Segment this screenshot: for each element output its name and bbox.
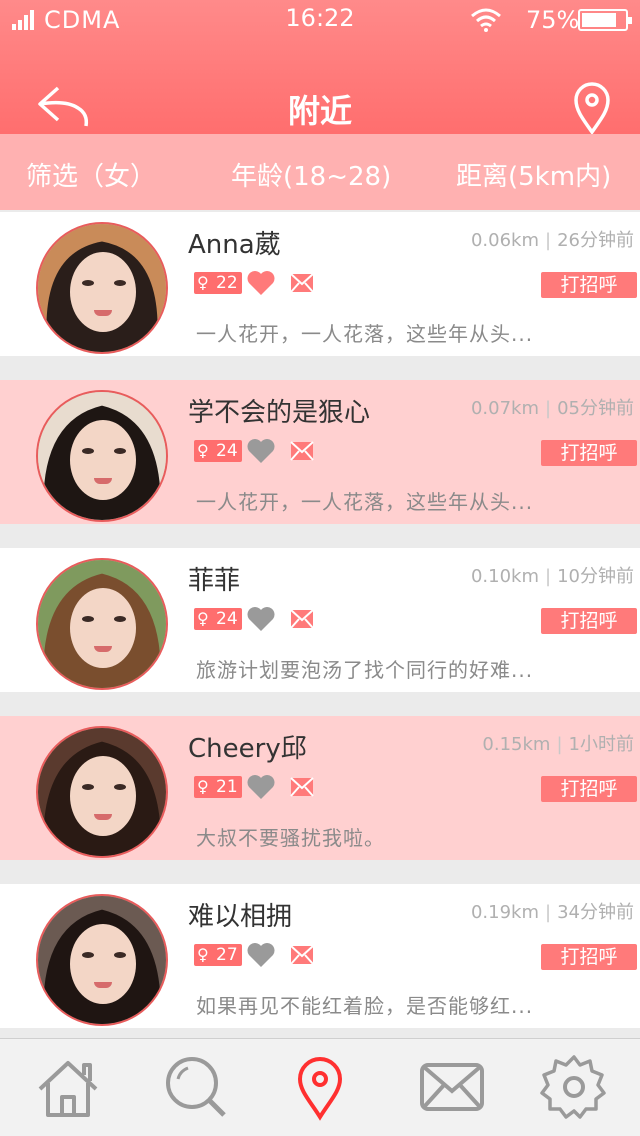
user-name: 菲菲 xyxy=(188,566,241,596)
distance-time: 0.10km | 10分钟前 xyxy=(470,566,634,587)
status-text: 大叔不要骚扰我啦。 xyxy=(196,826,385,850)
filter-distance[interactable]: 距离(5km内) xyxy=(456,156,611,193)
greet-button[interactable]: 打招呼 xyxy=(541,272,637,298)
mail-icon[interactable] xyxy=(290,609,314,629)
list-item[interactable]: 难以相拥 0.19km | 34分钟前 ♀ 27 打招呼 如果再见不能红着脸，是否能够… xyxy=(0,884,640,1028)
filter-age[interactable]: 年龄(18~28) xyxy=(231,156,391,193)
list-item[interactable]: Anna葳 0.06km | 26分钟前 ♀ 22 打招呼 一人花开，一人花落，这些年… xyxy=(0,212,640,356)
mail-icon[interactable] xyxy=(290,777,314,797)
heart-icon[interactable] xyxy=(246,774,276,800)
status-bar: CDMA 16:22 75% xyxy=(0,0,640,40)
user-name: 难以相拥 xyxy=(188,902,293,932)
user-name: Anna葳 xyxy=(188,230,281,260)
age-badge: ♀ 27 xyxy=(194,944,242,966)
mail-icon[interactable] xyxy=(290,273,314,293)
battery-percent: 75% xyxy=(526,6,580,34)
filter-gender[interactable]: 筛选（女） xyxy=(26,156,156,193)
avatar[interactable] xyxy=(36,222,168,354)
battery-icon xyxy=(578,9,632,31)
heart-icon[interactable] xyxy=(246,438,276,464)
avatar[interactable] xyxy=(36,726,168,858)
tab-bar xyxy=(0,1038,640,1136)
distance-time: 0.07km | 05分钟前 xyxy=(470,398,634,419)
gear-icon[interactable] xyxy=(540,1053,608,1121)
nav-header: 附近 xyxy=(0,60,640,134)
greet-button[interactable]: 打招呼 xyxy=(541,776,637,802)
status-text: 一人花开，一人花落，这些年从头... xyxy=(196,490,534,514)
distance-time: 0.06km | 26分钟前 xyxy=(470,230,634,251)
list-item[interactable]: 菲菲 0.10km | 10分钟前 ♀ 24 打招呼 旅游计划要泡汤了找个同行的好难.… xyxy=(0,548,640,692)
location-pin-icon[interactable] xyxy=(286,1053,354,1121)
age-badge: ♀ 24 xyxy=(194,608,242,630)
age-badge: ♀ 21 xyxy=(194,776,242,798)
home-icon[interactable] xyxy=(34,1053,102,1121)
top-bar: CDMA 16:22 75% 附近 xyxy=(0,0,640,134)
mail-icon[interactable] xyxy=(290,945,314,965)
wifi-icon xyxy=(471,8,501,32)
greet-button[interactable]: 打招呼 xyxy=(541,944,637,970)
filter-bar: 筛选（女） 年龄(18~28) 距离(5km内) xyxy=(0,134,640,210)
page-title: 附近 xyxy=(287,92,352,130)
greet-button[interactable]: 打招呼 xyxy=(541,440,637,466)
status-text: 一人花开，一人花落，这些年从头... xyxy=(196,322,534,346)
heart-icon[interactable] xyxy=(246,270,276,296)
heart-icon[interactable] xyxy=(246,942,276,968)
list-item[interactable]: 学不会的是狠心 0.07km | 05分钟前 ♀ 24 打招呼 一人花开，一人花落，这… xyxy=(0,380,640,524)
greet-button[interactable]: 打招呼 xyxy=(541,608,637,634)
status-text: 旅游计划要泡汤了找个同行的好难... xyxy=(196,658,534,682)
user-name: 学不会的是狠心 xyxy=(188,398,371,428)
distance-time: 0.15km | 1小时前 xyxy=(482,734,634,755)
mail-icon[interactable] xyxy=(418,1053,486,1121)
distance-time: 0.19km | 34分钟前 xyxy=(470,902,634,923)
avatar[interactable] xyxy=(36,558,168,690)
avatar[interactable] xyxy=(36,894,168,1026)
search-icon[interactable] xyxy=(162,1053,230,1121)
user-name: Cheery邱 xyxy=(188,734,307,764)
location-pin-icon[interactable] xyxy=(572,82,612,134)
age-badge: ♀ 22 xyxy=(194,272,242,294)
status-text: 如果再见不能红着脸，是否能够红... xyxy=(196,994,534,1018)
avatar[interactable] xyxy=(36,390,168,522)
mail-icon[interactable] xyxy=(290,441,314,461)
list-item[interactable]: Cheery邱 0.15km | 1小时前 ♀ 21 打招呼 大叔不要骚扰我啦。 xyxy=(0,716,640,860)
heart-icon[interactable] xyxy=(246,606,276,632)
age-badge: ♀ 24 xyxy=(194,440,242,462)
